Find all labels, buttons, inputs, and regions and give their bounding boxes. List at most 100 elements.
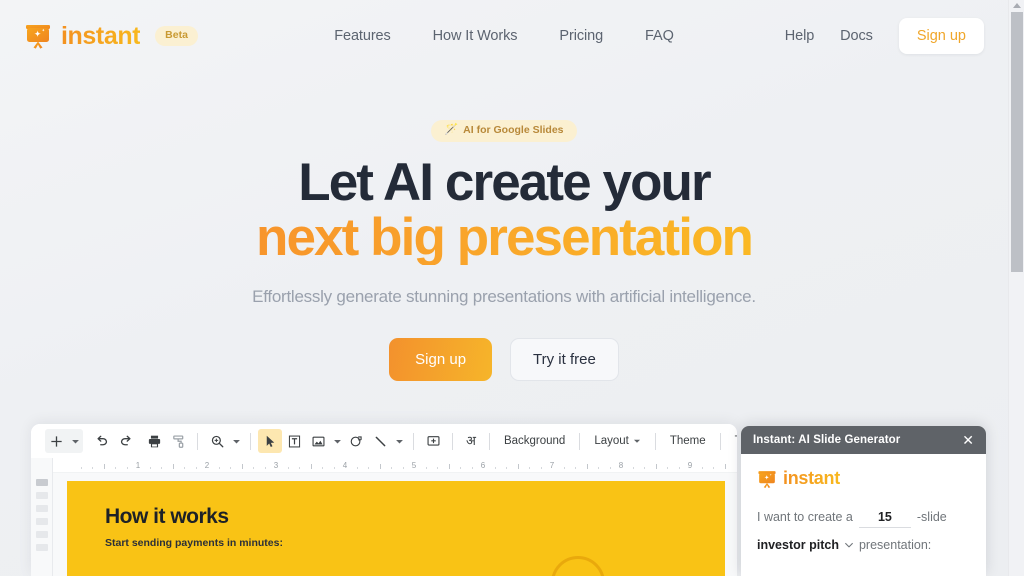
ruler-number: 7 — [549, 461, 555, 470]
ruler-minor-tick — [230, 467, 231, 469]
top-navbar: instant Beta Features How It Works Prici… — [0, 0, 1008, 72]
ruler-number: 4 — [342, 461, 348, 470]
image-icon — [312, 436, 325, 446]
nav-link-faq[interactable]: FAQ — [645, 28, 674, 44]
slide-count-input[interactable] — [858, 508, 911, 528]
zoom-button[interactable] — [205, 429, 229, 453]
select-tool-button[interactable] — [258, 429, 282, 453]
chevron-down-icon[interactable] — [844, 540, 854, 550]
nav-link-docs[interactable]: Docs — [840, 28, 873, 44]
prompt-suffix-label: presentation: — [858, 538, 932, 552]
addon-prompt-line-2: investor pitch presentation: — [757, 532, 970, 558]
chevron-down-icon — [333, 439, 341, 443]
ruler-minor-tick — [678, 467, 680, 469]
print-button[interactable] — [142, 429, 166, 453]
filmstrip-thumbnail[interactable] — [35, 531, 48, 538]
filmstrip-thumbnail[interactable] — [35, 505, 48, 512]
line-dropdown[interactable] — [392, 429, 406, 453]
brand-name: instant — [61, 21, 141, 50]
transition-button[interactable]: Transition — [728, 431, 737, 451]
ruler-minor-tick — [253, 467, 254, 469]
add-comment-button[interactable] — [421, 429, 445, 453]
ruler-minor-tick — [540, 467, 542, 469]
ruler-minor-tick — [713, 467, 714, 469]
ruler-number: 1 — [135, 461, 141, 470]
nav-link-pricing[interactable]: Pricing — [559, 28, 603, 44]
slide-canvas[interactable]: How it works Start sending payments in m… — [53, 473, 737, 576]
ruler-minor-tick — [149, 467, 151, 469]
current-slide[interactable]: How it works Start sending payments in m… — [67, 481, 725, 576]
paint-format-button[interactable] — [166, 429, 190, 453]
filmstrip-thumbnail[interactable] — [35, 479, 48, 486]
ruler-tick — [310, 464, 312, 469]
ruler-minor-tick — [632, 467, 634, 469]
line-button[interactable] — [368, 429, 392, 453]
ruler-minor-tick — [506, 467, 507, 469]
plus-icon — [50, 435, 62, 447]
slide-title[interactable]: How it works — [105, 505, 725, 529]
ruler-minor-tick — [322, 467, 323, 469]
page-title: Let AI create your next big presentation — [0, 155, 1008, 265]
ruler-minor-tick — [391, 467, 392, 469]
chevron-down-icon — [232, 439, 240, 443]
brand-logo-link[interactable]: instant Beta — [24, 22, 198, 51]
insert-image-dropdown[interactable] — [330, 429, 344, 453]
zoom-dropdown[interactable] — [229, 429, 243, 453]
landing-page: instant Beta Features How It Works Prici… — [0, 0, 1008, 576]
background-button[interactable]: Background — [497, 431, 572, 451]
ruler-minor-tick — [575, 467, 576, 469]
ruler-minor-tick — [598, 467, 599, 469]
presentation-board-sparkle-icon — [758, 470, 776, 488]
horizontal-ruler[interactable]: 1 2 3 4 5 6 7 8 9 — [53, 458, 737, 473]
scrollbar-thumb[interactable] — [1011, 12, 1023, 272]
ruler-minor-tick — [494, 467, 496, 469]
close-icon[interactable]: ✕ — [959, 431, 977, 449]
cursor-arrow-icon — [266, 435, 274, 447]
filmstrip-thumbnail[interactable] — [35, 492, 48, 499]
chevron-down-icon — [633, 439, 640, 443]
nav-signup-button[interactable]: Sign up — [898, 18, 984, 54]
undo-button[interactable] — [90, 429, 114, 453]
scroll-up-arrow-icon[interactable] — [1012, 3, 1021, 8]
chevron-down-icon — [395, 439, 403, 443]
nav-link-how-it-works[interactable]: How It Works — [433, 28, 518, 44]
ruler-minor-tick — [471, 467, 473, 469]
theme-button[interactable]: Theme — [663, 431, 713, 451]
hero-cta-row: Sign up Try it free — [0, 338, 1008, 382]
hero-badge-label: AI for Google Slides — [463, 124, 564, 137]
add-comment-icon — [427, 435, 440, 446]
insert-image-button[interactable] — [306, 429, 330, 453]
ruler-minor-tick — [161, 467, 162, 469]
slide-subtitle[interactable]: Start sending payments in minutes: — [105, 537, 725, 549]
ruler-minor-tick — [425, 467, 427, 469]
hero-try-free-button[interactable]: Try it free — [510, 338, 619, 382]
slide-decoration-circle — [551, 556, 605, 576]
ruler-number: 8 — [618, 461, 624, 470]
shape-button[interactable] — [344, 429, 368, 453]
hero-signup-button[interactable]: Sign up — [389, 338, 493, 382]
layout-label: Layout — [594, 435, 629, 447]
addon-panel-header: Instant: AI Slide Generator ✕ — [741, 426, 986, 454]
secondary-nav: Help Docs Sign up — [785, 18, 984, 54]
new-slide-dropdown[interactable] — [67, 429, 83, 453]
redo-button[interactable] — [114, 429, 138, 453]
new-slide-button[interactable] — [45, 429, 67, 453]
text-box-button[interactable] — [282, 429, 306, 453]
ruler-minor-tick — [368, 467, 369, 469]
layout-button[interactable]: Layout — [587, 431, 648, 451]
ruler-corner — [31, 458, 53, 473]
filmstrip-thumbnail[interactable] — [35, 544, 48, 551]
page-scrollbar[interactable] — [1008, 0, 1024, 576]
ruler-minor-tick — [264, 467, 266, 469]
ruler-tick — [379, 464, 381, 469]
presentation-type-select[interactable]: investor pitch — [757, 532, 839, 558]
ruler-tick — [241, 464, 243, 469]
ruler-minor-tick — [437, 467, 438, 469]
nav-link-help[interactable]: Help — [785, 28, 815, 44]
nav-link-features[interactable]: Features — [334, 28, 391, 44]
text-box-icon — [288, 435, 300, 447]
slide-filmstrip[interactable] — [31, 473, 53, 576]
filmstrip-thumbnail[interactable] — [35, 518, 48, 525]
input-tools-button[interactable]: अ — [460, 430, 482, 452]
paint-format-icon — [172, 434, 183, 448]
